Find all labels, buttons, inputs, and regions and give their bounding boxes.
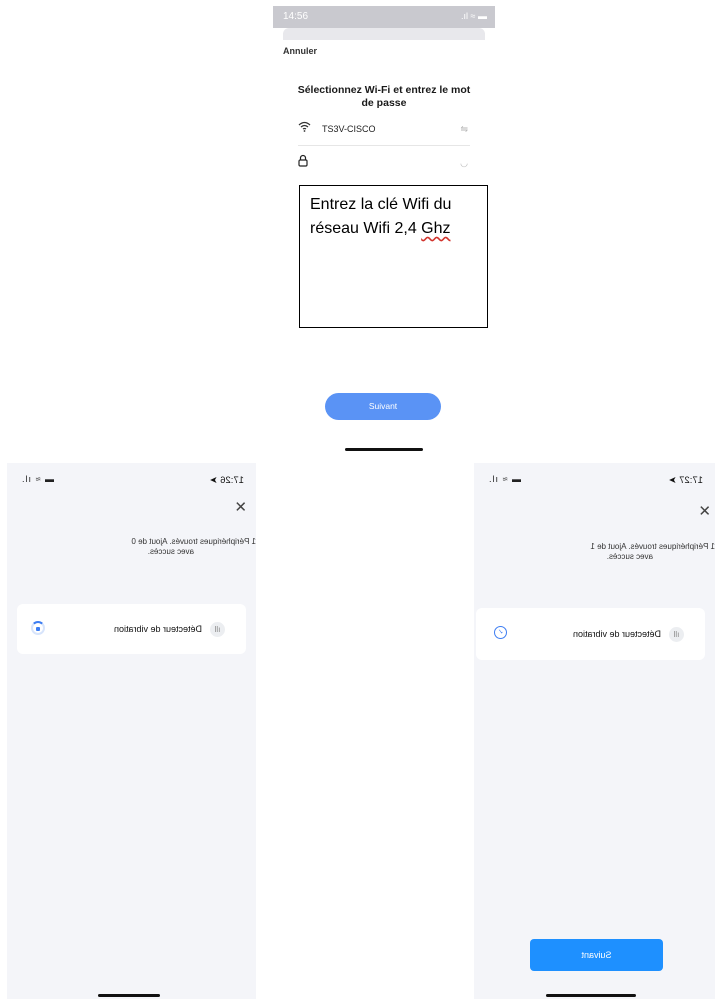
home-indicator	[98, 994, 160, 997]
next-button[interactable]: Suivant	[530, 939, 663, 971]
next-button[interactable]: Suivant	[325, 393, 441, 420]
found-devices-text: 1 Périphériques trouvés. Ajout de 0 avec…	[131, 537, 256, 557]
note-line-2b: Ghz	[421, 220, 451, 237]
ssid-value: TS3V-CISCO	[322, 124, 376, 134]
device-card[interactable]: ıll Détecteur de vibration ✓	[476, 608, 705, 660]
status-time: 17:27 ➤	[668, 475, 703, 486]
vibration-sensor-icon: ıll	[669, 627, 684, 642]
device-name: Détecteur de vibration	[113, 624, 202, 634]
found-line-1: 1 Périphériques trouvés. Ajout de 0	[131, 537, 256, 546]
status-icons: .ıl ≈ ▬	[461, 11, 487, 21]
status-bar: 14:56 .ıl ≈ ▬	[273, 6, 495, 28]
status-bar: 17:27 ➤ ▬ ≈ ıl.	[474, 463, 715, 491]
device-card[interactable]: ıll Détecteur de vibration	[17, 604, 246, 654]
status-bar: 17:26 ➤ ▬ ≈ ıl.	[7, 463, 256, 491]
wifi-icon	[298, 121, 311, 132]
device-name: Détecteur de vibration	[572, 629, 661, 639]
found-line-2: avec succès.	[147, 547, 194, 556]
cancel-button[interactable]: Annuler	[283, 46, 317, 56]
found-devices-text: 1 Périphériques trouvés. Ajout de 1 avec…	[590, 542, 715, 562]
status-icons: ▬ ≈ ıl.	[488, 474, 521, 484]
password-field[interactable]: ◡	[298, 152, 470, 179]
check-circle-icon: ✓	[494, 626, 507, 639]
spinner-core	[36, 627, 40, 631]
page-title: Sélectionnez Wi-Fi et entrez le mot de p…	[273, 84, 495, 110]
status-time: 14:56	[283, 11, 309, 22]
note-line-1: Entrez la clé Wifi du	[310, 196, 452, 213]
switch-network-icon[interactable]: ⇋	[460, 124, 468, 135]
found-line-2: avec succès.	[606, 552, 653, 561]
home-indicator	[345, 448, 423, 451]
ssid-row[interactable]: TS3V-CISCO ⇋	[298, 118, 470, 146]
lock-icon	[298, 154, 308, 167]
found-line-1: 1 Périphériques trouvés. Ajout de 1	[590, 542, 715, 551]
close-icon[interactable]: ✕	[234, 498, 247, 516]
note-line-2a: réseau Wifi 2,4	[310, 220, 422, 237]
eye-icon[interactable]: ◡	[460, 158, 468, 169]
page-title-text: Sélectionnez Wi-Fi et entrez le mot de p…	[297, 84, 471, 109]
status-time: 17:26 ➤	[209, 475, 244, 486]
home-indicator	[546, 994, 636, 997]
close-icon[interactable]: ✕	[698, 502, 711, 520]
instruction-note: Entrez la clé Wifi du réseau Wifi 2,4 Gh…	[299, 185, 488, 328]
sheet-edge	[283, 28, 485, 40]
status-icons: ▬ ≈ ıl.	[21, 474, 54, 484]
device-search-screen-left: 17:26 ➤ ▬ ≈ ıl. ✕ 1 Périphériques trouvé…	[7, 463, 256, 999]
vibration-sensor-icon: ıll	[210, 622, 225, 637]
device-added-screen-right: 17:27 ➤ ▬ ≈ ıl. ✕ 1 Périphériques trouvé…	[474, 463, 715, 999]
